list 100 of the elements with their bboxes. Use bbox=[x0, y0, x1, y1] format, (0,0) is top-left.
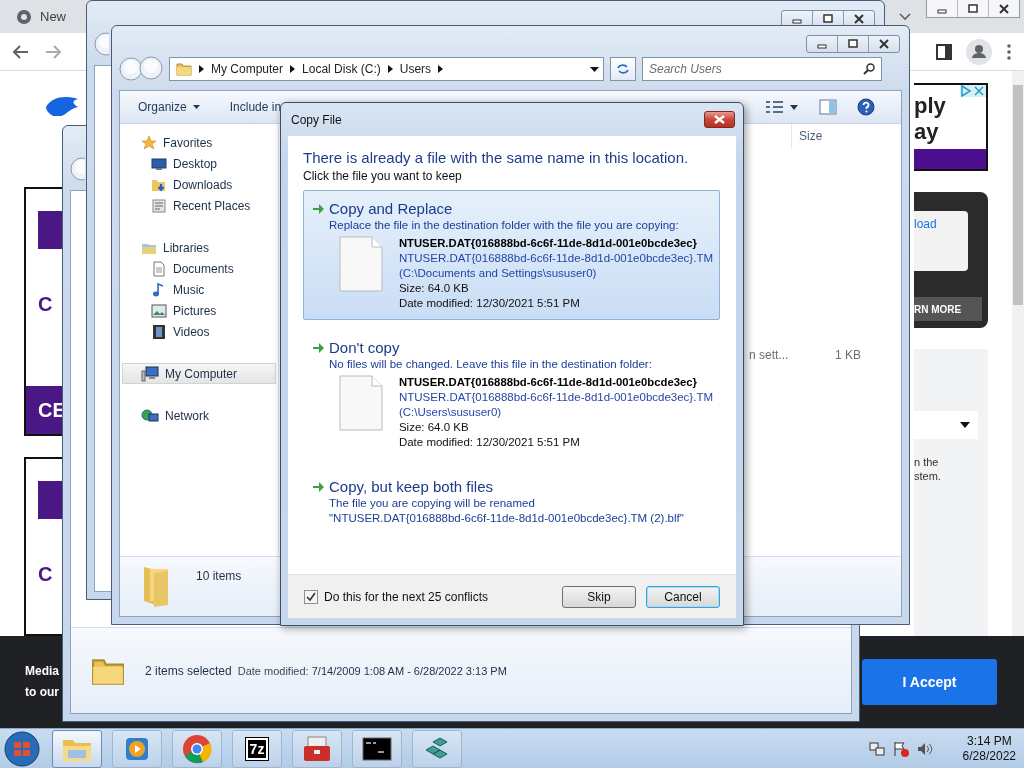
option-description: The file you are copying will be renamed bbox=[329, 496, 536, 511]
chevron-down-icon[interactable] bbox=[899, 13, 911, 21]
option-title: Don't copy bbox=[329, 338, 400, 357]
nav-label: Documents bbox=[173, 261, 234, 276]
status-detail: Date modified: 7/14/2009 1:08 AM - 6/28/2022 3:13 PM bbox=[237, 664, 507, 677]
breadcrumb-item[interactable]: Local Disk (C:) bbox=[302, 62, 381, 76]
network-icon[interactable] bbox=[868, 740, 885, 757]
browser-tab-icon bbox=[16, 8, 32, 25]
nav-item[interactable]: Desktop bbox=[122, 153, 276, 174]
nav-item[interactable]: Libraries bbox=[122, 237, 276, 258]
ad-bar bbox=[914, 149, 986, 169]
close-icon bbox=[714, 115, 725, 124]
dialog-title: Copy File bbox=[291, 112, 342, 127]
caret-icon[interactable] bbox=[590, 66, 599, 72]
film-icon bbox=[151, 323, 167, 340]
nav-item[interactable]: Favorites bbox=[122, 132, 276, 153]
nav-label: Libraries bbox=[163, 240, 210, 255]
breadcrumb-item[interactable]: My Computer bbox=[211, 62, 284, 76]
cookie-text: to our bbox=[25, 684, 59, 701]
option-title: Copy and Replace bbox=[329, 199, 453, 218]
taskbar-app[interactable] bbox=[352, 729, 402, 768]
close-icon[interactable] bbox=[853, 14, 865, 24]
arrow-icon bbox=[312, 480, 325, 493]
nav-item[interactable]: Documents bbox=[122, 258, 276, 279]
help-icon[interactable] bbox=[857, 98, 875, 116]
breadcrumb-item[interactable]: Users bbox=[399, 62, 432, 76]
file-full-name: NTUSER.DAT{016888bd-6c6f-11de-8d1d-001e0bcde3ec}.TM bbox=[398, 251, 713, 266]
star-icon bbox=[141, 134, 157, 151]
option-card[interactable]: Copy, but keep both files The file you are copying will be renamed "NTUSER.DAT{016888bd-6c6f-11de-8d1d-001e0bcde3ec}.TM (2).blf" bbox=[303, 468, 720, 535]
table-cell-text: 1 KB bbox=[834, 348, 861, 362]
menu-icon[interactable] bbox=[1006, 43, 1012, 60]
maximize-icon[interactable] bbox=[847, 39, 859, 49]
back-arrow-icon[interactable] bbox=[12, 43, 30, 60]
desktop-icon bbox=[151, 155, 167, 172]
close-icon[interactable] bbox=[878, 39, 890, 49]
close-button[interactable] bbox=[704, 111, 735, 128]
checkmark-icon bbox=[306, 591, 316, 602]
flag-icon[interactable] bbox=[892, 740, 909, 757]
nav-label: Downloads bbox=[173, 177, 233, 192]
nav-item[interactable]: Pictures bbox=[122, 300, 276, 321]
status-text: 2 items selected bbox=[145, 663, 232, 678]
ad-text: C bbox=[38, 293, 53, 317]
toolbox-icon bbox=[302, 734, 332, 763]
learn-more-button[interactable]: RN MORE bbox=[914, 297, 982, 321]
file-name: NTUSER.DAT{016888bd-6c6f-11de-8d1d-001e0bcde3ec} bbox=[398, 375, 698, 390]
side-panel-icon[interactable] bbox=[936, 43, 952, 60]
nav-item[interactable]: Music bbox=[122, 279, 276, 300]
torch-logo-icon bbox=[38, 481, 62, 520]
search-field[interactable]: Search Users bbox=[642, 57, 882, 81]
maximize-icon[interactable] bbox=[967, 3, 979, 14]
file-full-name: NTUSER.DAT{016888bd-6c6f-11de-8d1d-001e0bcde3ec}.TM bbox=[398, 390, 713, 405]
cookie-text: Media bbox=[25, 663, 59, 680]
skip-button[interactable]: Skip bbox=[562, 585, 636, 608]
scrollbar[interactable] bbox=[1012, 71, 1024, 636]
nav-label: Recent Places bbox=[173, 198, 251, 213]
nav-label: Favorites bbox=[163, 135, 213, 150]
accept-button[interactable]: I Accept bbox=[862, 659, 997, 705]
promo-link[interactable]: load bbox=[914, 217, 937, 231]
nav-item[interactable]: My Computer bbox=[122, 363, 276, 384]
file-size: Size: 64.0 KB bbox=[398, 420, 470, 435]
option-title: Copy, but keep both files bbox=[329, 477, 493, 496]
nav-item[interactable]: Recent Places bbox=[122, 195, 276, 216]
browser-logo-icon bbox=[182, 733, 212, 764]
folder-icon bbox=[176, 61, 192, 77]
computer-icon bbox=[141, 365, 159, 382]
avatar-icon[interactable] bbox=[966, 38, 992, 65]
option-description: "NTUSER.DAT{016888bd-6c6f-11de-8d1d-001e0bcde3ec}.TM (2).blf" bbox=[329, 511, 685, 526]
arrow-icon bbox=[312, 202, 325, 215]
option-card[interactable] bbox=[303, 190, 720, 320]
ad-headline: ply bbox=[914, 93, 947, 119]
chevron-right-icon bbox=[199, 65, 204, 73]
cancel-button[interactable]: Cancel bbox=[646, 585, 720, 608]
file-date: Date modified: 12/30/2021 5:51 PM bbox=[398, 296, 581, 311]
column-header[interactable]: Size bbox=[791, 124, 861, 148]
panel-text: stem. bbox=[914, 469, 942, 483]
maximize-icon[interactable] bbox=[822, 14, 834, 24]
clock[interactable]: 3:14 PM 6/28/2022 bbox=[962, 733, 1016, 764]
toolbar-button[interactable]: Include in bbox=[229, 100, 282, 114]
ad-text: C bbox=[38, 563, 53, 587]
file-icon bbox=[339, 236, 383, 292]
nav-item[interactable]: Network bbox=[122, 405, 276, 426]
arrow-icon bbox=[312, 341, 325, 354]
address-bar[interactable]: My Computer Local Disk (C:) Users bbox=[169, 57, 604, 81]
checkbox[interactable] bbox=[304, 589, 318, 604]
refresh-button[interactable] bbox=[610, 57, 636, 81]
nav-item[interactable]: Videos bbox=[122, 321, 276, 342]
taskbar-app[interactable]: 7z bbox=[232, 729, 282, 768]
ad-headline: ay bbox=[914, 119, 940, 145]
close-icon[interactable] bbox=[998, 3, 1010, 14]
refresh-icon bbox=[616, 63, 630, 75]
nav-label: Music bbox=[173, 282, 205, 297]
nav-label: Pictures bbox=[173, 303, 217, 318]
tab-title[interactable]: New bbox=[40, 9, 66, 24]
file-name: NTUSER.DAT{016888bd-6c6f-11de-8d1d-001e0bcde3ec} bbox=[398, 236, 698, 251]
start-button[interactable] bbox=[2, 729, 42, 768]
view-options-icon[interactable] bbox=[765, 100, 799, 114]
nav-item[interactable]: Downloads bbox=[122, 174, 276, 195]
table-cell-text: n sett... bbox=[749, 348, 790, 362]
caret-icon bbox=[960, 422, 970, 428]
menu-button[interactable]: Organize bbox=[138, 100, 200, 114]
